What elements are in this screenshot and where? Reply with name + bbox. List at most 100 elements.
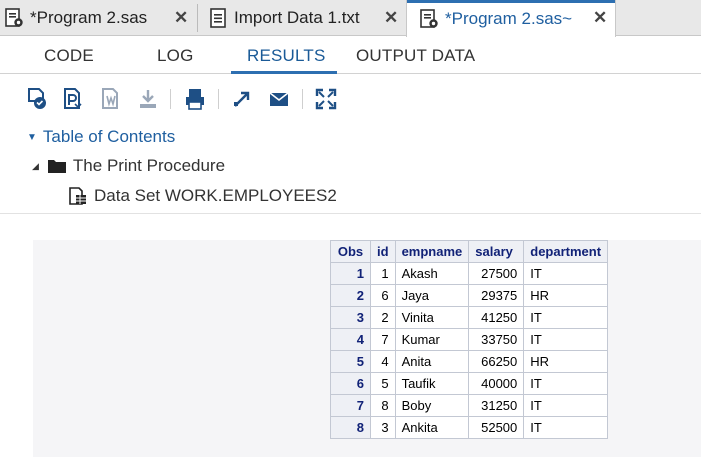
download-icon[interactable] <box>136 87 160 111</box>
triangle-expanded-icon: ◢ <box>32 160 39 171</box>
table-header-row: Obs id empname salary department <box>330 240 609 263</box>
cell-id: 3 <box>370 416 396 439</box>
cell-obs: 4 <box>330 328 371 351</box>
cell-salary: 52500 <box>468 416 525 439</box>
cell-department: IT <box>523 416 609 439</box>
cell-department: IT <box>523 328 609 351</box>
cell-id: 8 <box>370 394 396 417</box>
document-icon <box>208 8 228 28</box>
maximize-icon[interactable] <box>314 87 338 111</box>
sas-program-icon <box>419 8 439 29</box>
dataset-table-icon <box>68 187 88 205</box>
active-tab-underline <box>231 71 337 74</box>
cell-salary: 27500 <box>468 262 525 285</box>
column-header-department: department <box>523 240 609 263</box>
tab-log[interactable]: LOG <box>157 46 194 66</box>
cell-department: HR <box>523 284 609 307</box>
cell-id: 4 <box>370 350 396 373</box>
results-toolbar <box>0 80 701 118</box>
cell-id: 6 <box>370 284 396 307</box>
table-row: 1 1 Akash 27500 IT <box>330 262 609 285</box>
file-tab-program-2-backup[interactable]: *Program 2.sas~ ✕ <box>406 0 616 37</box>
cell-id: 7 <box>370 328 396 351</box>
toolbar-divider <box>302 89 303 109</box>
caret-down-icon: ▼ <box>27 131 37 143</box>
table-of-contents: ▼ Table of Contents ◢ The Print Procedur… <box>0 122 701 214</box>
cell-salary: 29375 <box>468 284 525 307</box>
tab-divider <box>197 4 198 32</box>
cell-empname: Taufik <box>394 372 470 395</box>
file-tab-label: Import Data 1.txt <box>234 8 360 27</box>
cell-salary: 40000 <box>468 372 525 395</box>
column-header-id: id <box>370 240 396 263</box>
print-icon[interactable] <box>183 87 207 111</box>
cell-id: 1 <box>370 262 396 285</box>
cell-department: IT <box>523 262 609 285</box>
email-icon[interactable] <box>267 87 291 111</box>
table-body: 1 1 Akash 27500 IT 2 6 Jaya 29375 HR 3 2 Vinita 41250… <box>330 262 609 439</box>
cell-empname: Anita <box>394 350 470 373</box>
cell-empname: Boby <box>394 394 470 417</box>
file-tab-import-data[interactable]: Import Data 1.txt ✕ <box>208 0 404 36</box>
download-html-icon[interactable] <box>25 87 49 111</box>
cell-salary: 31250 <box>468 394 525 417</box>
cell-department: IT <box>523 372 609 395</box>
toc-dataset-label: Data Set WORK.EMPLOYEES2 <box>94 186 337 205</box>
file-tab-label: *Program 2.sas <box>30 8 148 27</box>
cell-department: IT <box>523 394 609 417</box>
view-tab-bar: CODE LOG RESULTS OUTPUT DATA <box>0 36 701 74</box>
cell-department: HR <box>523 350 609 373</box>
print-output-table: Obs id empname salary department 1 1 Akash… <box>330 240 609 439</box>
cell-empname: Ankita <box>394 416 470 439</box>
file-tab-bar: *Program 2.sas ✕ Import Data 1.txt ✕ *Pr… <box>0 0 701 37</box>
toc-header[interactable]: ▼ Table of Contents <box>27 127 175 147</box>
cell-salary: 66250 <box>468 350 525 373</box>
table-row: 2 6 Jaya 29375 HR <box>330 284 609 307</box>
column-header-obs: Obs <box>330 240 371 263</box>
file-tab-program-2[interactable]: *Program 2.sas ✕ <box>4 0 194 36</box>
table-row: 8 3 Ankita 52500 IT <box>330 416 609 439</box>
close-icon[interactable]: ✕ <box>593 8 607 28</box>
active-tab-indicator <box>407 0 615 3</box>
cell-salary: 41250 <box>468 306 525 329</box>
cell-department: IT <box>523 306 609 329</box>
cell-salary: 33750 <box>468 328 525 351</box>
tab-code[interactable]: CODE <box>44 46 94 66</box>
cell-empname: Vinita <box>394 306 470 329</box>
download-rtf-icon[interactable] <box>99 87 123 111</box>
toc-item-print-procedure[interactable]: ◢ The Print Procedure <box>32 156 225 176</box>
cell-obs: 7 <box>330 394 371 417</box>
table-row: 4 7 Kumar 33750 IT <box>330 328 609 351</box>
cell-id: 2 <box>370 306 396 329</box>
close-icon[interactable]: ✕ <box>174 8 188 28</box>
column-header-empname: empname <box>394 240 470 263</box>
tab-results[interactable]: RESULTS <box>247 46 326 66</box>
cell-obs: 2 <box>330 284 371 307</box>
open-new-window-icon[interactable] <box>230 87 254 111</box>
table-row: 3 2 Vinita 41250 IT <box>330 306 609 329</box>
cell-empname: Jaya <box>394 284 470 307</box>
column-header-salary: salary <box>468 240 525 263</box>
toc-procedure-label: The Print Procedure <box>72 156 226 175</box>
toc-title: Table of Contents <box>42 127 176 146</box>
cell-id: 5 <box>370 372 396 395</box>
sas-program-icon <box>4 8 24 28</box>
toolbar-divider <box>170 89 171 109</box>
toolbar-divider <box>218 89 219 109</box>
cell-obs: 5 <box>330 350 371 373</box>
file-tab-label: *Program 2.sas~ <box>445 8 573 28</box>
cell-empname: Akash <box>394 262 470 285</box>
cell-obs: 6 <box>330 372 371 395</box>
tab-output-data[interactable]: OUTPUT DATA <box>356 46 475 66</box>
cell-obs: 8 <box>330 416 371 439</box>
download-pdf-icon[interactable] <box>61 87 85 111</box>
cell-obs: 1 <box>330 262 371 285</box>
table-row: 5 4 Anita 66250 HR <box>330 350 609 373</box>
cell-empname: Kumar <box>394 328 470 351</box>
folder-icon <box>47 158 67 174</box>
table-row: 6 5 Taufik 40000 IT <box>330 372 609 395</box>
toc-item-dataset[interactable]: Data Set WORK.EMPLOYEES2 <box>68 186 337 206</box>
close-icon[interactable]: ✕ <box>384 8 398 28</box>
cell-obs: 3 <box>330 306 371 329</box>
table-row: 7 8 Boby 31250 IT <box>330 394 609 417</box>
